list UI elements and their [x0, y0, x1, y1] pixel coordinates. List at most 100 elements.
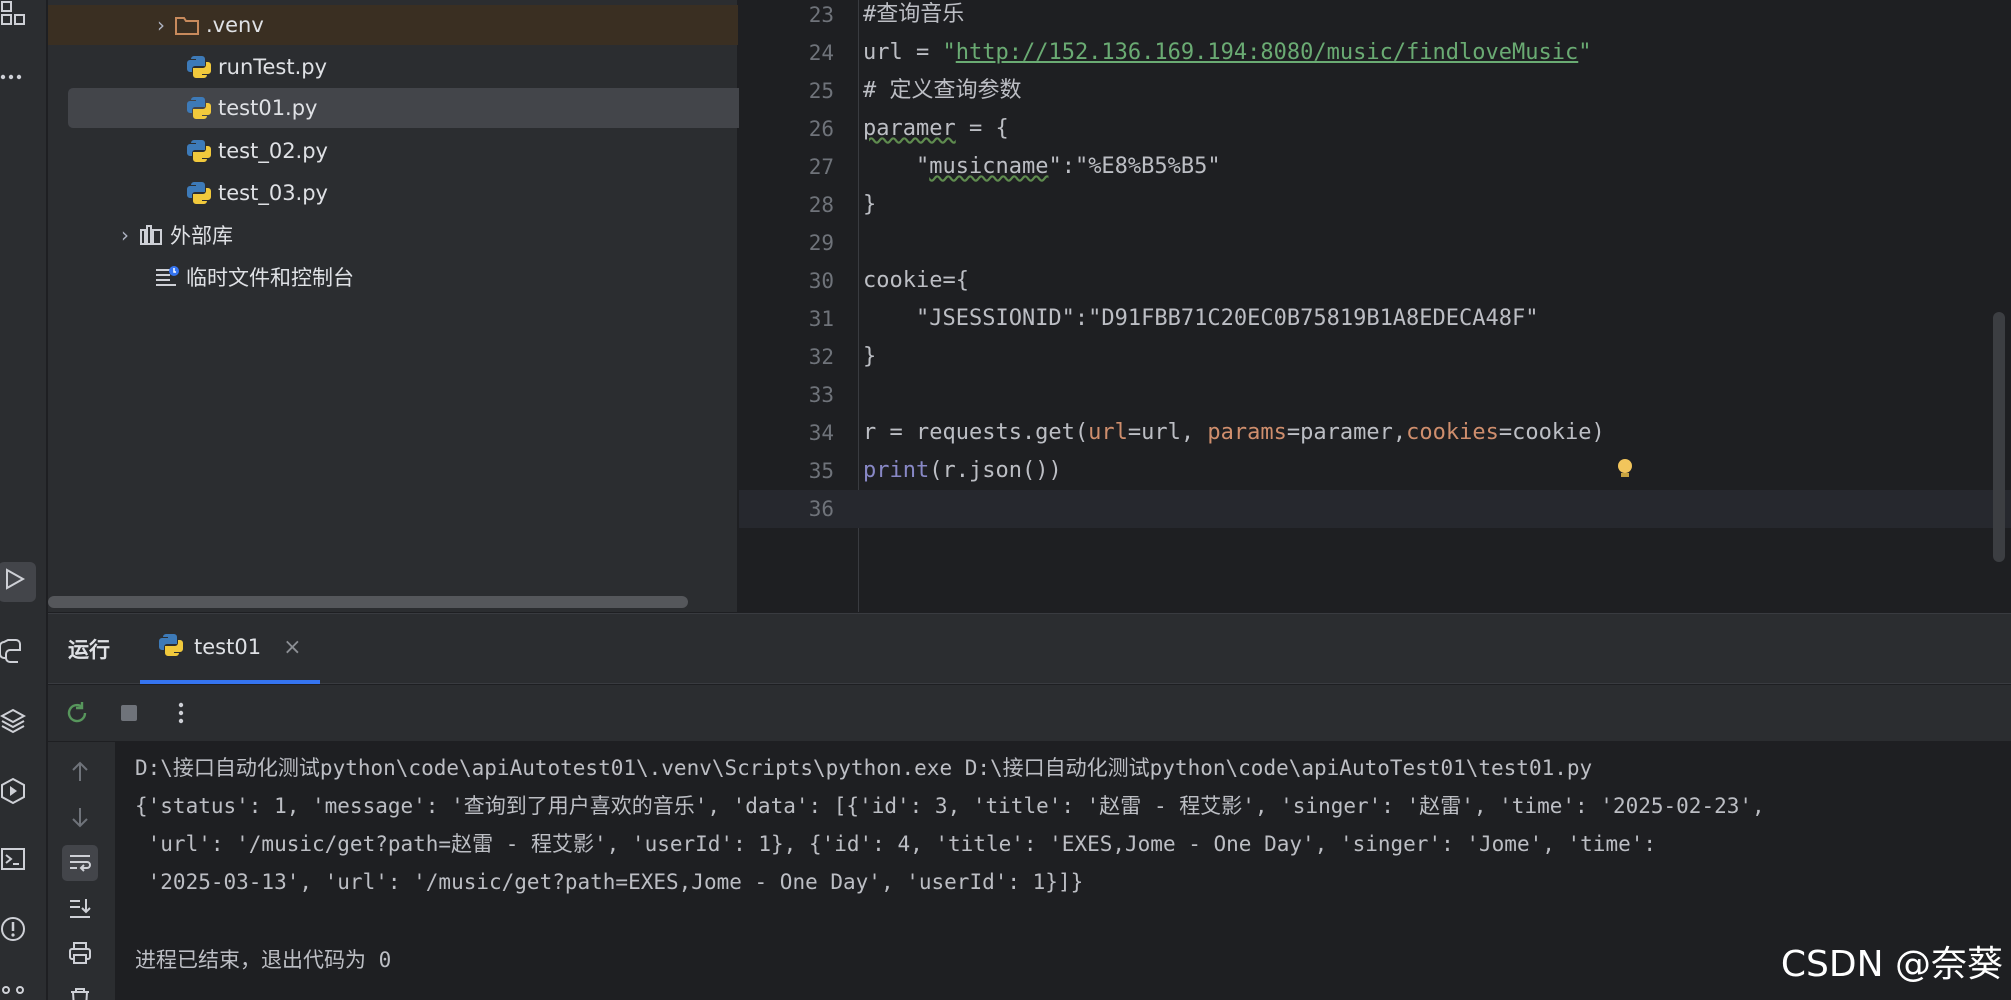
arrow-down-icon — [72, 808, 88, 828]
more-options-button[interactable] — [166, 698, 196, 728]
horizontal-scrollbar[interactable] — [48, 594, 738, 610]
code-token: =url, — [1127, 420, 1208, 445]
code-line[interactable]: 32 } — [739, 338, 2011, 376]
tree-item-label: 临时文件和控制台 — [186, 266, 354, 290]
code-text: paramer = { — [863, 110, 1009, 148]
lightbulb-icon[interactable] — [1615, 458, 1635, 480]
code-line[interactable]: 34 r = requests.get(url=url, params=para… — [739, 414, 2011, 452]
tree-item-label: test_03.py — [218, 181, 328, 205]
tree-item-label: test01.py — [218, 96, 318, 120]
code-line[interactable]: 25 # 定义查询参数 — [739, 72, 2011, 110]
scroll-to-end-button[interactable] — [62, 890, 98, 926]
code-text: "musicname":"%E8%B5%B5" — [863, 148, 1221, 186]
code-line[interactable]: 30 cookie={ — [739, 262, 2011, 300]
code-line-current[interactable]: 36 — [739, 490, 2011, 528]
code-keyword-arg: params — [1207, 420, 1287, 445]
code-token-warning: paramer — [863, 116, 956, 141]
run-panel-title: 运行 — [68, 638, 110, 662]
vertical-scrollbar[interactable] — [1993, 312, 2005, 562]
tree-item-venv[interactable]: › .venv — [48, 5, 738, 45]
line-number: 33 — [808, 383, 834, 407]
code-comment: # 定义查询参数 — [863, 78, 1022, 103]
code-line[interactable]: 26 paramer = { — [739, 110, 2011, 148]
code-comment: #查询音乐 — [863, 2, 965, 27]
library-icon — [136, 221, 166, 249]
code-line[interactable]: 27 "musicname":"%E8%B5%B5" — [739, 148, 2011, 186]
console-line: D:\接口自动化测试python\code\apiAutotest01\.ven… — [135, 756, 1593, 780]
printer-icon — [69, 942, 91, 964]
line-number: 26 — [808, 117, 834, 141]
python-console-icon[interactable] — [0, 634, 26, 668]
code-builtin: print — [863, 458, 930, 483]
line-number: 35 — [808, 459, 834, 483]
python-file-icon — [184, 94, 214, 122]
chevron-right-icon[interactable]: › — [150, 13, 172, 37]
chevron-right-icon[interactable]: › — [114, 223, 136, 247]
code-line[interactable]: 28 } — [739, 186, 2011, 224]
code-editor[interactable]: 23 #查询音乐 24 url = "http://152.136.169.19… — [739, 0, 2011, 612]
tree-item-scratches[interactable]: 临时文件和控制台 — [68, 257, 728, 297]
code-string-warning: musicname — [929, 154, 1049, 179]
line-number: 32 — [808, 345, 834, 369]
code-token: r = requests.get( — [863, 420, 1089, 445]
code-string: ":"%E8%B5%B5" — [1048, 154, 1221, 179]
console-output[interactable]: D:\接口自动化测试python\code\apiAutotest01\.ven… — [135, 749, 2005, 979]
print-button[interactable] — [62, 935, 98, 971]
scroll-to-end-icon — [70, 899, 91, 918]
code-token: =cookie) — [1498, 420, 1605, 445]
more-tools-icon[interactable] — [0, 60, 26, 94]
python-file-icon — [158, 632, 184, 663]
code-line[interactable]: 35 print(r.json()) — [739, 452, 2011, 490]
tree-item-test03[interactable]: test_03.py — [68, 173, 728, 213]
problems-icon[interactable] — [0, 912, 26, 946]
tree-item-runtest[interactable]: runTest.py — [68, 47, 728, 87]
services-icon[interactable] — [0, 774, 26, 808]
line-number: 30 — [808, 269, 834, 293]
tab-test01[interactable]: test01 × — [140, 614, 320, 684]
tree-item-label: .venv — [206, 13, 264, 37]
code-line[interactable]: 23 #查询音乐 — [739, 0, 2011, 34]
rerun-button[interactable] — [62, 698, 92, 728]
scroll-down-button[interactable] — [62, 799, 98, 835]
code-text: print(r.json()) — [863, 452, 1062, 490]
scroll-up-button[interactable] — [62, 754, 98, 790]
layers-icon[interactable] — [0, 703, 27, 737]
tree-item-label: runTest.py — [218, 55, 328, 79]
python-file-icon — [184, 179, 214, 207]
delete-button[interactable] — [62, 980, 98, 1000]
code-keyword-arg: cookies — [1406, 420, 1499, 445]
run-panel-header: 运行 test01 × — [48, 614, 2011, 684]
run-toolbar — [48, 685, 2011, 741]
soft-wrap-icon — [70, 855, 91, 872]
tree-item-label: test_02.py — [218, 139, 328, 163]
code-string: " — [942, 40, 956, 65]
code-keyword-arg: url — [1088, 420, 1128, 445]
code-line[interactable]: 31 "JSESSIONID":"D91FBB71C20EC0B75819B1A… — [739, 300, 2011, 338]
code-url-link[interactable]: http://152.136.169.194:8080/music/findlo… — [956, 40, 1579, 65]
code-line[interactable]: 24 url = "http://152.136.169.194:8080/mu… — [739, 34, 2011, 72]
soft-wrap-button[interactable] — [62, 845, 98, 881]
stop-button[interactable] — [114, 698, 144, 728]
terminal-icon[interactable] — [0, 843, 26, 877]
line-number: 31 — [808, 307, 834, 331]
line-number: 28 — [808, 193, 834, 217]
console-line: {'status': 1, 'message': '查询到了用户喜欢的音乐', … — [135, 794, 1765, 818]
version-control-icon[interactable] — [0, 982, 26, 1000]
tab-label: test01 — [194, 635, 262, 659]
project-tree: › .venv runTest.py test01.py test_02.py … — [48, 0, 764, 612]
close-icon[interactable]: × — [283, 635, 301, 660]
run-side-toolbar — [48, 742, 115, 1000]
tree-item-test02[interactable]: test_02.py — [68, 131, 728, 171]
console-line: 进程已结束，退出代码为 0 — [135, 948, 392, 972]
code-line[interactable]: 29 — [739, 224, 2011, 262]
structure-icon[interactable] — [0, 0, 26, 30]
code-string: "JSESSIONID":"D91FBB71C20EC0B75819B1A8ED… — [915, 306, 1539, 331]
tree-item-test01[interactable]: test01.py — [68, 88, 764, 128]
tree-item-external-libraries[interactable]: › 外部库 — [68, 215, 728, 255]
code-line[interactable]: 33 — [739, 376, 2011, 414]
code-text: } — [863, 192, 877, 217]
line-number: 27 — [808, 155, 834, 179]
run-tool-icon[interactable] — [0, 562, 36, 602]
